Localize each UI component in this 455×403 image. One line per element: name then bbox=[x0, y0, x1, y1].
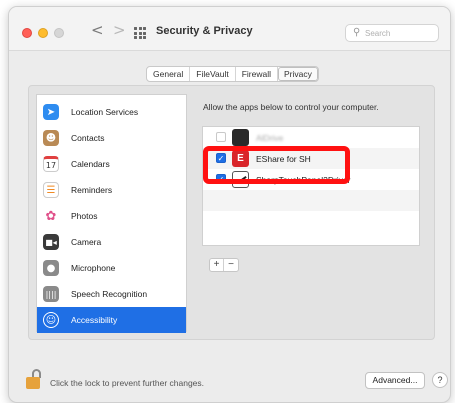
camera-icon: ■◂ bbox=[43, 234, 59, 250]
titlebar: < > Security & Privacy ⚲ bbox=[9, 7, 450, 51]
remove-app-button[interactable]: − bbox=[224, 259, 238, 271]
lock-status-text: Click the lock to prevent further change… bbox=[50, 378, 205, 388]
sidebar-item-camera[interactable]: ■◂ Camera bbox=[37, 229, 186, 255]
reminders-list-icon: ☰ bbox=[43, 182, 59, 198]
sidebar-item-accessibility[interactable]: ☺ Accessibility bbox=[37, 307, 186, 333]
search-field[interactable]: ⚲ bbox=[345, 24, 439, 42]
app-icon bbox=[232, 129, 249, 146]
sidebar-item-reminders[interactable]: ☰ Reminders bbox=[37, 177, 186, 203]
search-icon: ⚲ bbox=[353, 27, 361, 38]
sidebar-item-label: Accessibility bbox=[71, 315, 118, 325]
forward-arrow-icon[interactable]: > bbox=[113, 21, 126, 39]
calendar-icon: 17 bbox=[43, 156, 59, 172]
sidebar-item-label: Calendars bbox=[71, 159, 110, 169]
speech-waveform-icon: |||| bbox=[43, 286, 59, 302]
sidebar-item-label: Photos bbox=[71, 211, 98, 221]
microphone-icon: ● bbox=[43, 260, 59, 276]
tab-filevault[interactable]: FileVault bbox=[190, 67, 236, 81]
sidebar-item-label: Contacts bbox=[71, 133, 105, 143]
tab-firewall[interactable]: Firewall bbox=[236, 67, 278, 81]
sidebar-item-calendars[interactable]: 17 Calendars bbox=[37, 151, 186, 177]
panel-description: Allow the apps below to control your com… bbox=[203, 102, 379, 112]
sharp-driver-app-icon bbox=[232, 171, 249, 188]
location-arrow-icon: ➤ bbox=[43, 104, 59, 120]
sidebar-item-label: Camera bbox=[71, 237, 102, 247]
security-privacy-window: < > Security & Privacy ⚲ General FileVau… bbox=[8, 6, 451, 403]
photos-flower-icon: ✿ bbox=[43, 208, 59, 224]
accessibility-panel: Allow the apps below to control your com… bbox=[195, 94, 427, 332]
accessibility-icon: ☺ bbox=[43, 312, 59, 328]
eshare-app-icon: E bbox=[232, 150, 249, 167]
window-title: Security & Privacy bbox=[156, 25, 253, 37]
app-name: SharpTouchPanel2Driver bbox=[256, 175, 351, 185]
app-checkbox[interactable]: ✓ bbox=[216, 174, 226, 184]
app-checkbox[interactable] bbox=[216, 132, 226, 142]
app-name: AlDrive bbox=[256, 133, 284, 143]
sidebar-item-label: Speech Recognition bbox=[71, 289, 148, 299]
add-remove-control: + − bbox=[209, 258, 239, 272]
tab-general[interactable]: General bbox=[147, 67, 191, 81]
add-app-button[interactable]: + bbox=[210, 259, 224, 271]
back-arrow-icon[interactable]: < bbox=[91, 21, 104, 39]
zoom-window-button[interactable] bbox=[54, 28, 64, 38]
advanced-button[interactable]: Advanced... bbox=[365, 372, 425, 389]
help-button[interactable]: ? bbox=[432, 372, 448, 388]
tab-bar: General FileVault Firewall Privacy bbox=[146, 66, 319, 82]
footer: Click the lock to prevent further change… bbox=[9, 357, 450, 397]
app-name: EShare for SH bbox=[256, 154, 311, 164]
tab-privacy[interactable]: Privacy bbox=[277, 67, 318, 81]
sidebar-item-photos[interactable]: ✿ Photos bbox=[37, 203, 186, 229]
app-list: AlDrive ✓ E EShare for SH ✓ SharpTouchPa… bbox=[202, 126, 420, 246]
app-row-sharptouchpanel[interactable]: ✓ SharpTouchPanel2Driver bbox=[203, 169, 419, 190]
show-all-grid-icon[interactable] bbox=[134, 27, 146, 39]
sidebar-item-microphone[interactable]: ● Microphone bbox=[37, 255, 186, 281]
app-row-eshare[interactable]: ✓ E EShare for SH bbox=[203, 148, 419, 169]
lock-icon[interactable] bbox=[26, 369, 42, 391]
sidebar-item-location-services[interactable]: ➤ Location Services bbox=[37, 99, 186, 125]
privacy-category-list: ➤ Location Services ☻ Contacts 17 Calend… bbox=[36, 94, 187, 333]
close-window-button[interactable] bbox=[22, 28, 32, 38]
app-row[interactable]: AlDrive bbox=[203, 127, 419, 148]
sidebar-item-label: Location Services bbox=[71, 107, 139, 117]
empty-row bbox=[203, 190, 419, 211]
sidebar-item-label: Microphone bbox=[71, 263, 116, 273]
sidebar-item-contacts[interactable]: ☻ Contacts bbox=[37, 125, 186, 151]
search-input[interactable] bbox=[365, 26, 435, 40]
contacts-book-icon: ☻ bbox=[43, 130, 59, 146]
app-checkbox[interactable]: ✓ bbox=[216, 153, 226, 163]
empty-row bbox=[203, 211, 419, 232]
sidebar-item-speech-recognition[interactable]: |||| Speech Recognition bbox=[37, 281, 186, 307]
sidebar-item-label: Reminders bbox=[71, 185, 113, 195]
minimize-window-button[interactable] bbox=[38, 28, 48, 38]
